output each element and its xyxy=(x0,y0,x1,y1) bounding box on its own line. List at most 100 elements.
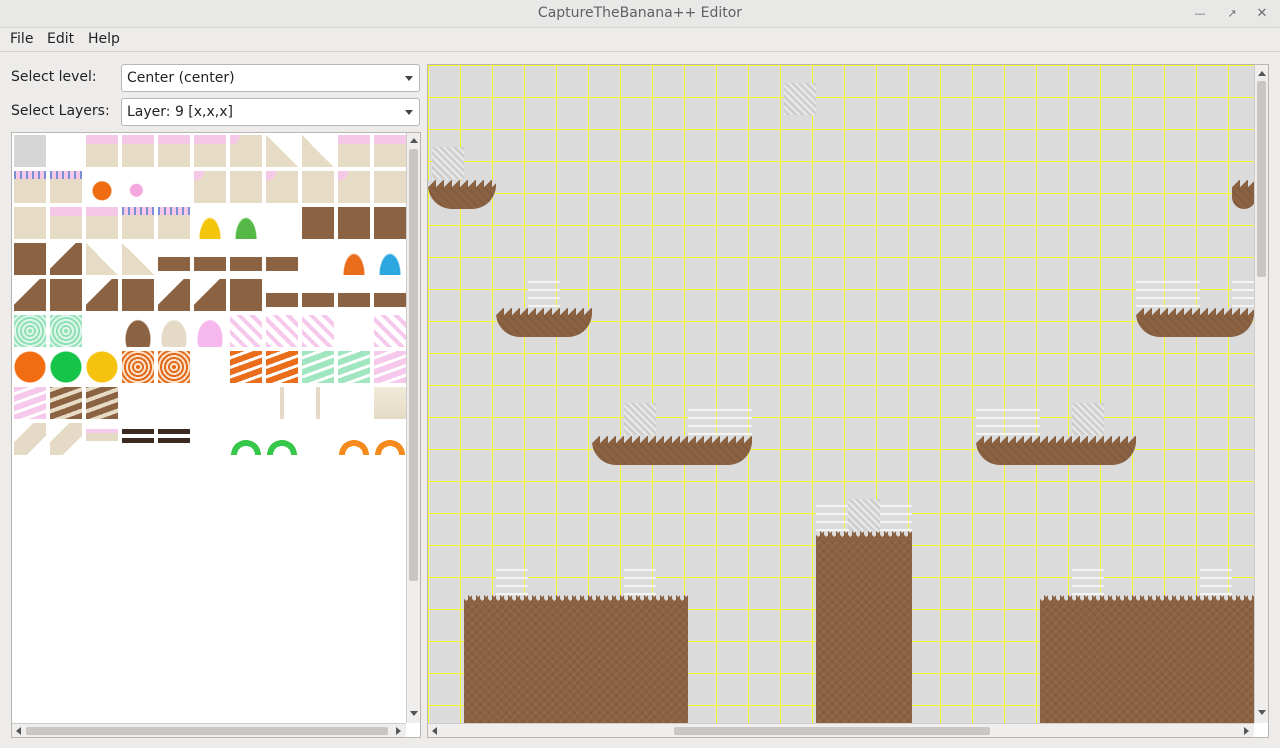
palette-tile[interactable] xyxy=(230,315,262,347)
palette-tile[interactable] xyxy=(338,171,370,203)
canvas-vertical-scrollbar[interactable] xyxy=(1254,65,1268,723)
palette-tile[interactable] xyxy=(50,135,82,167)
layers-select[interactable]: Layer: 9 [x,x,x] xyxy=(121,98,420,126)
palette-tile[interactable] xyxy=(302,315,334,347)
palette-tile[interactable] xyxy=(14,315,46,347)
scroll-left-icon[interactable] xyxy=(432,727,437,735)
scroll-right-icon[interactable] xyxy=(1244,727,1249,735)
scroll-right-icon[interactable] xyxy=(396,727,401,735)
palette-tile[interactable] xyxy=(122,171,154,203)
palette-tile[interactable] xyxy=(338,243,370,275)
maximize-icon[interactable]: ↗ xyxy=(1222,4,1242,24)
scroll-down-icon[interactable] xyxy=(410,711,418,716)
palette-tile[interactable] xyxy=(86,135,118,167)
palette-tile[interactable] xyxy=(122,423,154,455)
palette-tile[interactable] xyxy=(230,207,262,239)
palette-tile[interactable] xyxy=(158,207,190,239)
palette-tile[interactable] xyxy=(14,387,46,419)
palette-tile[interactable] xyxy=(50,279,82,311)
palette-tile[interactable] xyxy=(374,243,406,275)
palette-horizontal-scrollbar[interactable] xyxy=(12,723,406,737)
palette-tile[interactable] xyxy=(266,387,298,419)
palette-tile[interactable] xyxy=(158,387,190,419)
palette-tile[interactable] xyxy=(302,279,334,311)
palette-tile[interactable] xyxy=(158,351,190,383)
palette-tile[interactable] xyxy=(302,387,334,419)
close-icon[interactable]: ✕ xyxy=(1252,4,1272,24)
palette-tile[interactable] xyxy=(338,351,370,383)
palette-tile[interactable] xyxy=(266,135,298,167)
level-select[interactable]: Center (center) xyxy=(121,64,420,92)
palette-tile[interactable] xyxy=(50,243,82,275)
palette-scroll-thumb[interactable] xyxy=(409,149,418,581)
palette-tile[interactable] xyxy=(50,207,82,239)
palette-tile[interactable] xyxy=(86,279,118,311)
canvas-horizontal-scrollbar[interactable] xyxy=(428,723,1254,737)
palette-tile[interactable] xyxy=(230,243,262,275)
palette-tile[interactable] xyxy=(158,171,190,203)
palette-tile[interactable] xyxy=(122,243,154,275)
palette-tile[interactable] xyxy=(14,207,46,239)
menu-help[interactable]: Help xyxy=(88,31,120,47)
palette-tile[interactable] xyxy=(194,423,226,455)
palette-tile[interactable] xyxy=(338,423,370,455)
palette-tile[interactable] xyxy=(266,243,298,275)
scroll-down-icon[interactable] xyxy=(1258,710,1266,715)
palette-tile[interactable] xyxy=(302,243,334,275)
palette-tile[interactable] xyxy=(374,315,406,347)
palette-tile[interactable] xyxy=(194,351,226,383)
scroll-up-icon[interactable] xyxy=(410,138,418,143)
palette-tile[interactable] xyxy=(86,351,118,383)
palette-tile[interactable] xyxy=(86,315,118,347)
palette-tile[interactable] xyxy=(338,387,370,419)
palette-tile[interactable] xyxy=(122,135,154,167)
palette-tile[interactable] xyxy=(230,279,262,311)
palette-tile[interactable] xyxy=(374,135,406,167)
palette-tile[interactable] xyxy=(158,243,190,275)
palette-tile[interactable] xyxy=(122,315,154,347)
palette-tile[interactable] xyxy=(230,351,262,383)
palette-tile[interactable] xyxy=(230,135,262,167)
palette-tile[interactable] xyxy=(302,207,334,239)
palette-tile[interactable] xyxy=(86,171,118,203)
palette-tile[interactable] xyxy=(122,351,154,383)
palette-tile[interactable] xyxy=(194,387,226,419)
scroll-up-icon[interactable] xyxy=(1258,71,1266,76)
palette-tile[interactable] xyxy=(338,135,370,167)
palette-tile[interactable] xyxy=(266,351,298,383)
palette-tile[interactable] xyxy=(338,279,370,311)
palette-tile[interactable] xyxy=(338,315,370,347)
palette-vertical-scrollbar[interactable] xyxy=(406,133,420,723)
palette-tile[interactable] xyxy=(50,351,82,383)
palette-tile[interactable] xyxy=(158,279,190,311)
palette-tile[interactable] xyxy=(158,135,190,167)
palette-tile[interactable] xyxy=(374,423,406,455)
palette-tile[interactable] xyxy=(86,207,118,239)
minimize-icon[interactable]: — xyxy=(1190,4,1210,24)
palette-tile[interactable] xyxy=(230,171,262,203)
palette-tile[interactable] xyxy=(158,423,190,455)
level-grid[interactable] xyxy=(428,65,1264,723)
palette-tile[interactable] xyxy=(302,423,334,455)
palette-tile[interactable] xyxy=(230,387,262,419)
palette-tile[interactable] xyxy=(50,387,82,419)
palette-tile[interactable] xyxy=(194,171,226,203)
palette-tile[interactable] xyxy=(194,279,226,311)
palette-tile[interactable] xyxy=(230,423,262,455)
palette-tile[interactable] xyxy=(14,351,46,383)
menu-edit[interactable]: Edit xyxy=(47,31,74,47)
palette-tile[interactable] xyxy=(338,207,370,239)
palette-tile[interactable] xyxy=(194,135,226,167)
palette-tile[interactable] xyxy=(158,315,190,347)
level-canvas[interactable] xyxy=(427,64,1269,738)
palette-tile[interactable] xyxy=(266,171,298,203)
palette-tile[interactable] xyxy=(50,171,82,203)
palette-tile[interactable] xyxy=(266,315,298,347)
palette-tile[interactable] xyxy=(86,387,118,419)
palette-tile[interactable] xyxy=(194,243,226,275)
palette-tile[interactable] xyxy=(302,171,334,203)
palette-tile[interactable] xyxy=(374,351,406,383)
palette-tile[interactable] xyxy=(122,387,154,419)
menu-file[interactable]: File xyxy=(10,31,33,47)
palette-tile[interactable] xyxy=(86,243,118,275)
